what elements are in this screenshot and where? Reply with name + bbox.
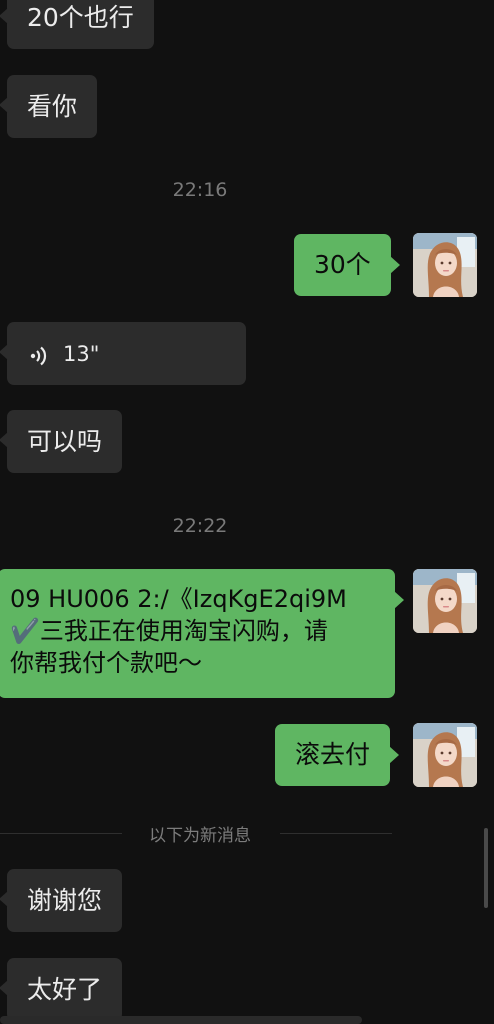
voice-message-bubble[interactable]: 13" <box>0 322 246 385</box>
timestamp: 22:22 <box>172 515 228 537</box>
message-text: 谢谢您 <box>27 885 103 915</box>
message-bubble-incoming[interactable]: 太好了 <box>0 958 123 1021</box>
message-text-line: 09 HU006 2:/《IzqKgE2qi9M <box>10 585 347 613</box>
voice-wave-icon <box>29 343 51 365</box>
message-text-line: ✔️三我正在使用淘宝闪购，请 <box>10 617 328 645</box>
avatar[interactable] <box>413 723 477 787</box>
message-text-line: 你帮我付个款吧～ <box>10 649 202 677</box>
avatar[interactable] <box>413 233 477 297</box>
new-messages-label: 以下为新消息 <box>149 826 251 846</box>
chat-screen: 20个也行 看你 22:16 30个 13" 可以吗 22:22 09 HU00… <box>0 0 494 1024</box>
message-text: 太好了 <box>27 974 103 1004</box>
input-bar-edge <box>0 1016 362 1024</box>
new-messages-divider: 以下为新消息 <box>0 826 392 846</box>
message-bubble-incoming[interactable]: 可以吗 <box>0 410 123 473</box>
user-avatar-icon <box>413 569 477 633</box>
divider-line <box>280 833 392 834</box>
message-bubble-outgoing[interactable]: 09 HU006 2:/《IzqKgE2qi9M ✔️三我正在使用淘宝闪购，请 … <box>0 569 404 698</box>
user-avatar-icon <box>413 233 477 297</box>
timestamp: 22:16 <box>172 179 228 201</box>
voice-duration: 13" <box>63 341 100 366</box>
scrollbar[interactable] <box>484 828 488 908</box>
message-bubble-incoming[interactable]: 谢谢您 <box>0 869 123 932</box>
divider-line <box>0 833 122 834</box>
message-text: 可以吗 <box>27 426 103 456</box>
message-bubble-incoming[interactable]: 20个也行 <box>0 0 154 49</box>
message-text: 20个也行 <box>27 2 134 32</box>
message-text: 看你 <box>27 91 78 121</box>
message-bubble-incoming[interactable]: 看你 <box>0 75 98 138</box>
message-text: 滚去付 <box>295 740 371 769</box>
avatar[interactable] <box>413 569 477 633</box>
message-bubble-outgoing[interactable]: 滚去付 <box>275 724 400 786</box>
user-avatar-icon <box>413 723 477 787</box>
message-bubble-outgoing[interactable]: 30个 <box>294 234 400 296</box>
message-text: 30个 <box>314 250 371 279</box>
